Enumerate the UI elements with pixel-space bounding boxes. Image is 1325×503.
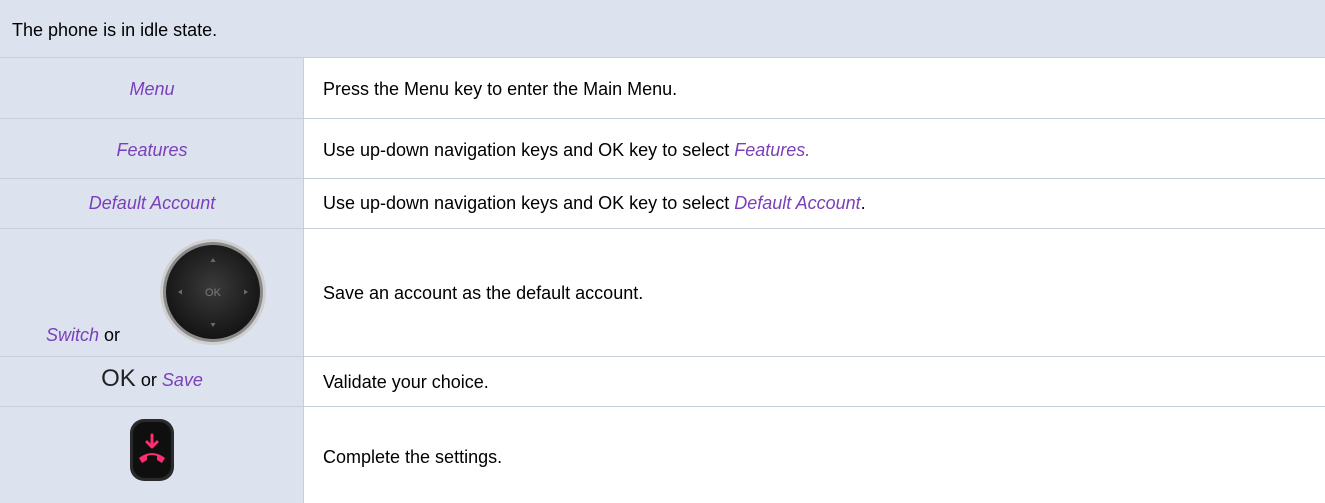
desc-text: Use up-down navigation keys and OK key t… xyxy=(323,193,735,213)
navigation-key-icon: OK xyxy=(160,239,266,345)
table-row: Complete the settings. xyxy=(0,407,1325,503)
ok-key-label: OK xyxy=(101,365,136,392)
desc-suffix: . xyxy=(860,193,866,213)
table-row: Features Use up-down navigation keys and… xyxy=(0,119,1325,179)
step-description: Use up-down navigation keys and OK key t… xyxy=(323,139,810,161)
nav-ok-label: OK xyxy=(205,287,222,299)
table-row: Default Account Use up-down navigation k… xyxy=(0,179,1325,229)
step-description: Validate your choice. xyxy=(323,372,489,392)
ok-or-save-label: OK or Save xyxy=(0,365,304,392)
step-cell: Menu xyxy=(0,58,304,118)
step-cell xyxy=(0,407,304,503)
step-description: Use up-down navigation keys and OK key t… xyxy=(323,192,866,214)
connector-text: or xyxy=(104,325,121,345)
header-text: The phone is in idle state. xyxy=(12,20,218,40)
features-label: Features xyxy=(116,140,188,160)
switch-key-label: Switch xyxy=(46,325,100,345)
table-row: Menu Press the Menu key to enter the Mai… xyxy=(0,58,1325,119)
description-cell: Validate your choice. xyxy=(304,357,1325,406)
description-cell: Save an account as the default account. xyxy=(304,229,1325,356)
end-call-key-icon xyxy=(130,419,174,481)
step-description: Press the Menu key to enter the Main Men… xyxy=(323,79,678,99)
menu-key-label: Menu xyxy=(129,79,175,99)
description-cell: Complete the settings. xyxy=(304,407,1325,503)
instruction-table: The phone is in idle state. Menu Press t… xyxy=(0,0,1325,503)
switch-or-label: Switch or xyxy=(46,324,120,346)
step-description: Complete the settings. xyxy=(323,447,503,467)
step-cell: OK or Save xyxy=(0,357,304,406)
table-row: OK or Save Validate your choice. xyxy=(0,357,1325,407)
desc-emphasis: Default Account xyxy=(734,193,861,213)
save-key-label: Save xyxy=(161,370,203,390)
default-account-label: Default Account xyxy=(88,193,216,213)
connector-text: or xyxy=(140,370,157,390)
table-row: Switch or OK Save an account as the defa… xyxy=(0,229,1325,357)
desc-text: Use up-down navigation keys and OK key t… xyxy=(323,140,735,160)
step-cell: Features xyxy=(0,119,304,178)
step-cell: Switch or OK xyxy=(0,229,304,356)
table-header: The phone is in idle state. xyxy=(0,0,1325,58)
description-cell: Use up-down navigation keys and OK key t… xyxy=(304,179,1325,228)
desc-emphasis: Features. xyxy=(734,140,811,160)
step-cell: Default Account xyxy=(0,179,304,228)
description-cell: Press the Menu key to enter the Main Men… xyxy=(304,58,1325,118)
step-description: Save an account as the default account. xyxy=(323,283,644,303)
description-cell: Use up-down navigation keys and OK key t… xyxy=(304,119,1325,178)
